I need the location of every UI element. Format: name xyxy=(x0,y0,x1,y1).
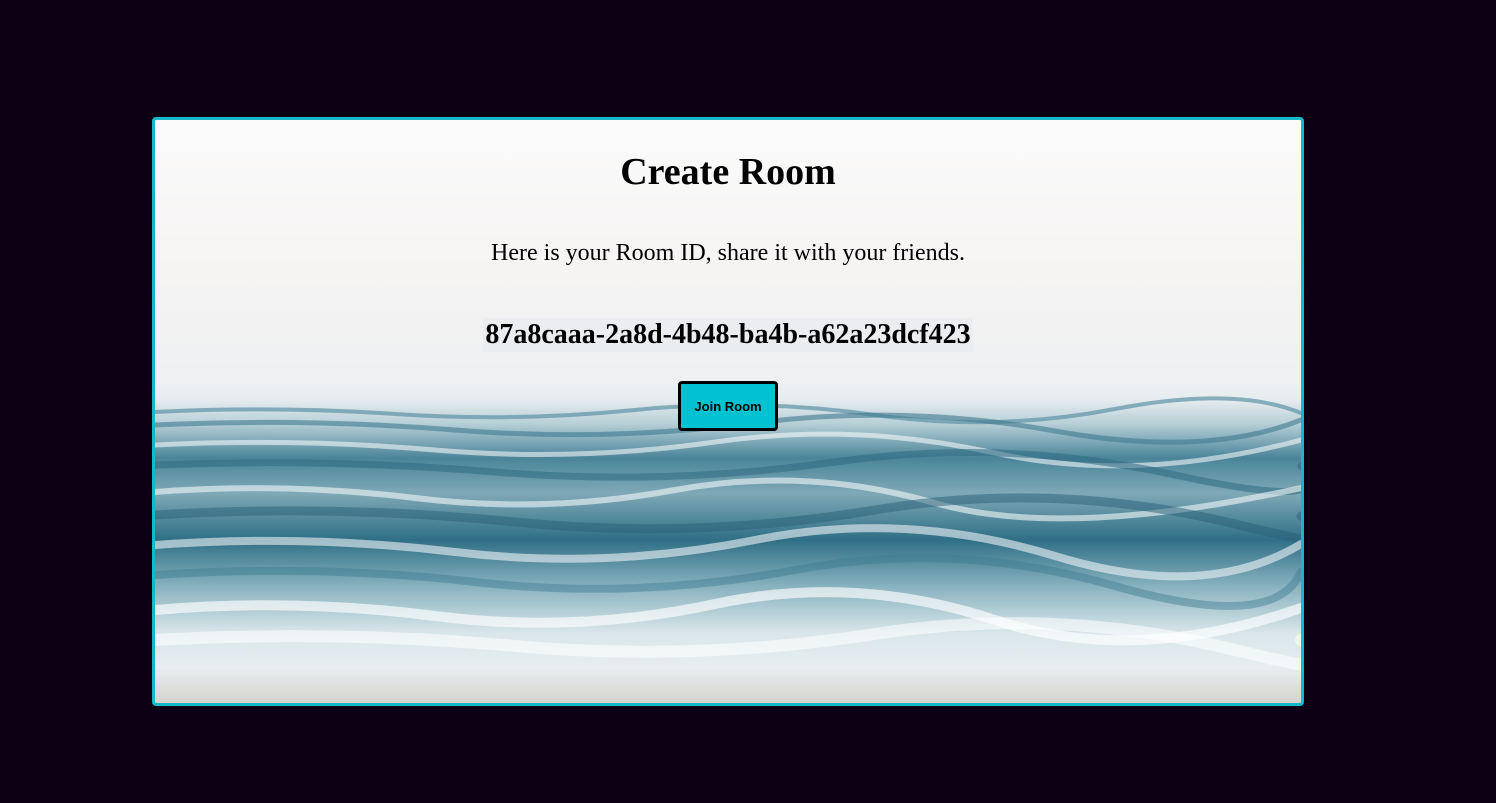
join-room-button[interactable]: Join Room xyxy=(678,381,778,431)
room-id-text: 87a8caaa-2a8d-4b48-ba4b-a62a23dcf423 xyxy=(483,318,973,352)
card-content: Create Room Here is your Room ID, share … xyxy=(155,120,1301,431)
page-title: Create Room xyxy=(620,151,836,193)
share-instructions: Here is your Room ID, share it with your… xyxy=(491,240,965,266)
create-room-card: Create Room Here is your Room ID, share … xyxy=(152,117,1304,706)
button-row: Join Room xyxy=(155,381,1301,431)
